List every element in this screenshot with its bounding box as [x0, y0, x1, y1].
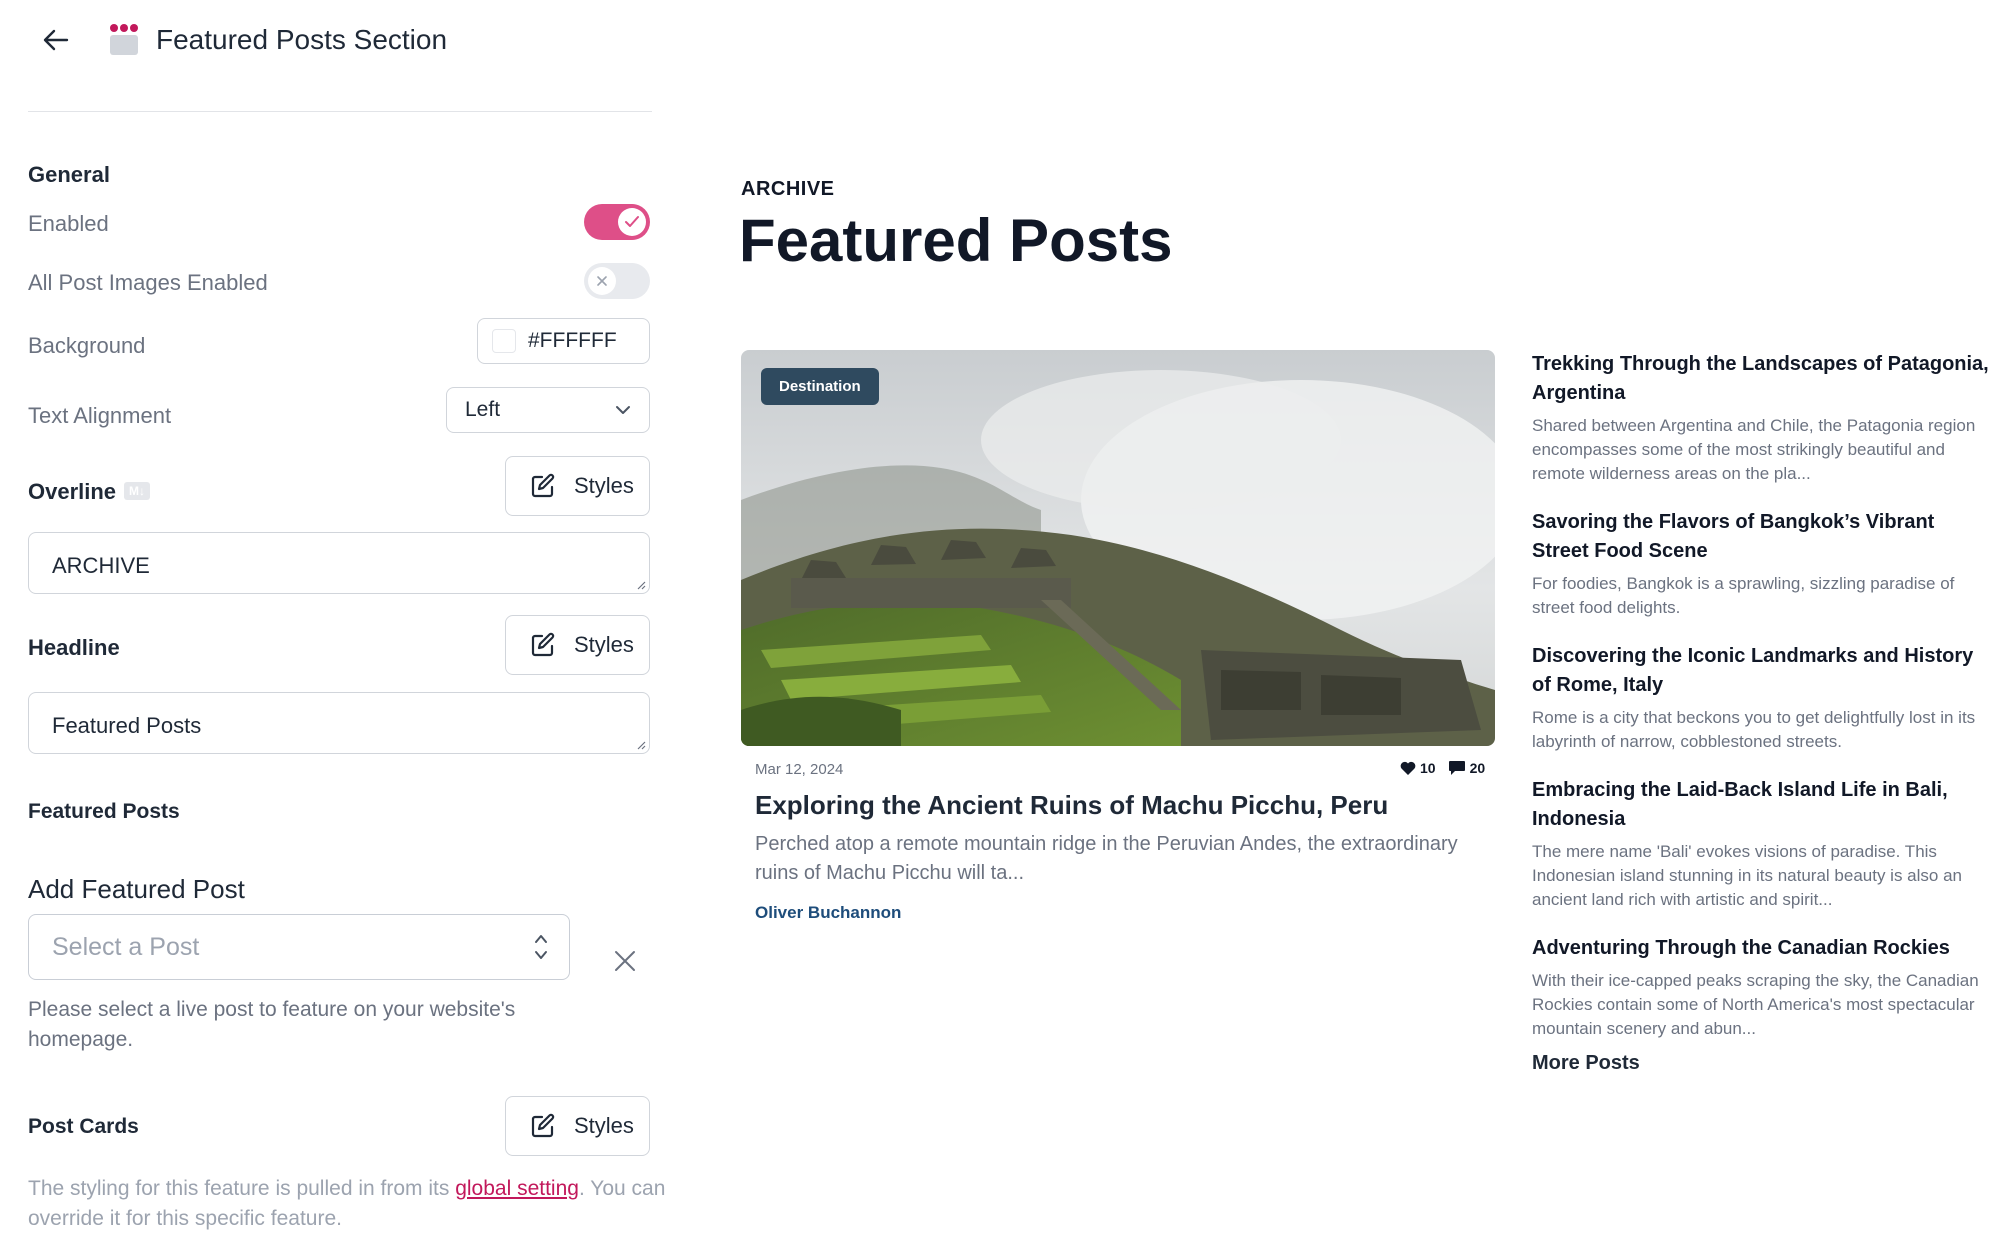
clear-post-button[interactable] — [610, 946, 640, 976]
resize-grip-icon — [637, 741, 646, 750]
side-post-title[interactable]: Adventuring Through the Canadian Rockies — [1532, 934, 1992, 963]
side-post-excerpt: Rome is a city that beckons you to get d… — [1532, 708, 1976, 751]
text-alignment-value: Left — [465, 398, 501, 421]
select-post-helper-text: Please select a live post to feature on … — [28, 998, 516, 1051]
chevron-up-down-icon — [535, 935, 547, 959]
headline-input-value: Featured Posts — [52, 713, 202, 738]
check-icon — [618, 208, 646, 236]
featured-post-excerpt: Perched atop a remote mountain ridge in … — [755, 833, 1458, 884]
post-cards-styles-label: Styles — [574, 1113, 634, 1138]
overline-styles-label: Styles — [574, 473, 634, 498]
all-images-label: All Post Images Enabled — [28, 270, 268, 295]
headline-input[interactable]: Featured Posts — [28, 692, 650, 754]
global-setting-link[interactable]: global setting — [455, 1177, 579, 1200]
enabled-label: Enabled — [28, 211, 109, 236]
comments-count[interactable]: 20 — [1448, 760, 1486, 776]
section-icon — [110, 24, 138, 55]
comments-value: 20 — [1469, 760, 1486, 776]
comment-icon — [1448, 761, 1465, 775]
side-post-excerpt: With their ice-capped peaks scraping the… — [1532, 971, 1979, 1038]
close-icon — [615, 951, 635, 971]
select-post-placeholder: Select a Post — [52, 932, 200, 961]
panel-header: Featured Posts Section — [28, 18, 648, 62]
post-date: Mar 12, 2024 — [755, 761, 844, 778]
side-post: Discovering the Iconic Landmarks and His… — [1532, 642, 1992, 754]
headline-label: Headline — [28, 635, 120, 660]
overline-styles-button[interactable]: Styles — [505, 456, 650, 516]
edit-icon — [531, 1113, 555, 1138]
headline-styles-label: Styles — [574, 632, 634, 657]
side-post-title[interactable]: Embracing the Laid-Back Island Life in B… — [1532, 776, 1992, 834]
featured-posts-heading: Featured Posts — [28, 800, 180, 823]
featured-post-title[interactable]: Exploring the Ancient Ruins of Machu Pic… — [755, 790, 1388, 821]
overline-label-text: Overline — [28, 479, 117, 504]
global-setting-note: The styling for this feature is pulled i… — [28, 1174, 668, 1234]
overline-input[interactable]: ARCHIVE — [28, 532, 650, 594]
machu-picchu-image — [741, 350, 1495, 746]
settings-panel: Featured Posts Section General Enabled A… — [0, 0, 678, 1249]
preview-overline: ARCHIVE — [741, 178, 835, 200]
edit-icon — [531, 473, 555, 498]
all-images-toggle[interactable] — [584, 263, 650, 299]
headline-styles-button[interactable]: Styles — [505, 615, 650, 675]
category-badge[interactable]: Destination — [761, 368, 879, 405]
resize-grip-icon — [637, 581, 646, 590]
enabled-toggle[interactable] — [584, 204, 650, 240]
overline-label: Overline M↓ — [28, 479, 151, 505]
background-color-value: #FFFFFF — [528, 329, 617, 352]
post-cards-label: Post Cards — [28, 1115, 139, 1138]
preview-headline: Featured Posts — [739, 207, 1173, 274]
chevron-down-icon — [616, 406, 630, 414]
add-featured-post-title: Add Featured Post — [28, 874, 245, 904]
side-post: Embracing the Laid-Back Island Life in B… — [1532, 776, 1992, 912]
general-heading: General — [28, 162, 110, 187]
edit-icon — [531, 632, 555, 657]
heart-icon — [1400, 761, 1416, 775]
side-post-excerpt: The mere name 'Bali' evokes visions of p… — [1532, 842, 1963, 909]
overline-input-value: ARCHIVE — [52, 553, 150, 578]
side-post-title[interactable]: Trekking Through the Landscapes of Patag… — [1532, 350, 1992, 408]
arrow-left-icon — [43, 29, 69, 51]
background-color-input[interactable]: #FFFFFF — [477, 318, 650, 364]
post-stats: 10 20 — [1388, 760, 1485, 776]
color-swatch — [492, 329, 516, 353]
featured-post-image[interactable]: Destination — [741, 350, 1495, 746]
side-post: Savoring the Flavors of Bangkok’s Vibran… — [1532, 508, 1992, 620]
side-post-list: Trekking Through the Landscapes of Patag… — [1532, 350, 1992, 1063]
side-post: Adventuring Through the Canadian Rockies… — [1532, 934, 1992, 1041]
markdown-badge: M↓ — [124, 482, 151, 501]
select-post-dropdown[interactable]: Select a Post — [28, 914, 570, 980]
side-post-excerpt: For foodies, Bangkok is a sprawling, siz… — [1532, 574, 1955, 617]
more-posts-link[interactable]: More Posts — [1532, 1052, 1640, 1075]
x-icon — [588, 267, 616, 295]
post-author[interactable]: Oliver Buchannon — [755, 903, 901, 923]
header-divider — [28, 111, 652, 112]
post-cards-styles-button[interactable]: Styles — [505, 1096, 650, 1156]
side-post: Trekking Through the Landscapes of Patag… — [1532, 350, 1992, 486]
side-post-excerpt: Shared between Argentina and Chile, the … — [1532, 416, 1976, 483]
text-alignment-label: Text Alignment — [28, 403, 172, 428]
background-label: Background — [28, 333, 146, 358]
side-post-title[interactable]: Savoring the Flavors of Bangkok’s Vibran… — [1532, 508, 1992, 566]
side-post-title[interactable]: Discovering the Iconic Landmarks and His… — [1532, 642, 1992, 700]
text-alignment-select[interactable]: Left — [446, 387, 650, 433]
likes-value: 10 — [1420, 760, 1436, 776]
note-prefix: The styling for this feature is pulled i… — [28, 1177, 456, 1200]
back-button[interactable] — [28, 18, 84, 62]
page-title: Featured Posts Section — [156, 24, 448, 55]
likes-count[interactable]: 10 — [1400, 760, 1436, 776]
